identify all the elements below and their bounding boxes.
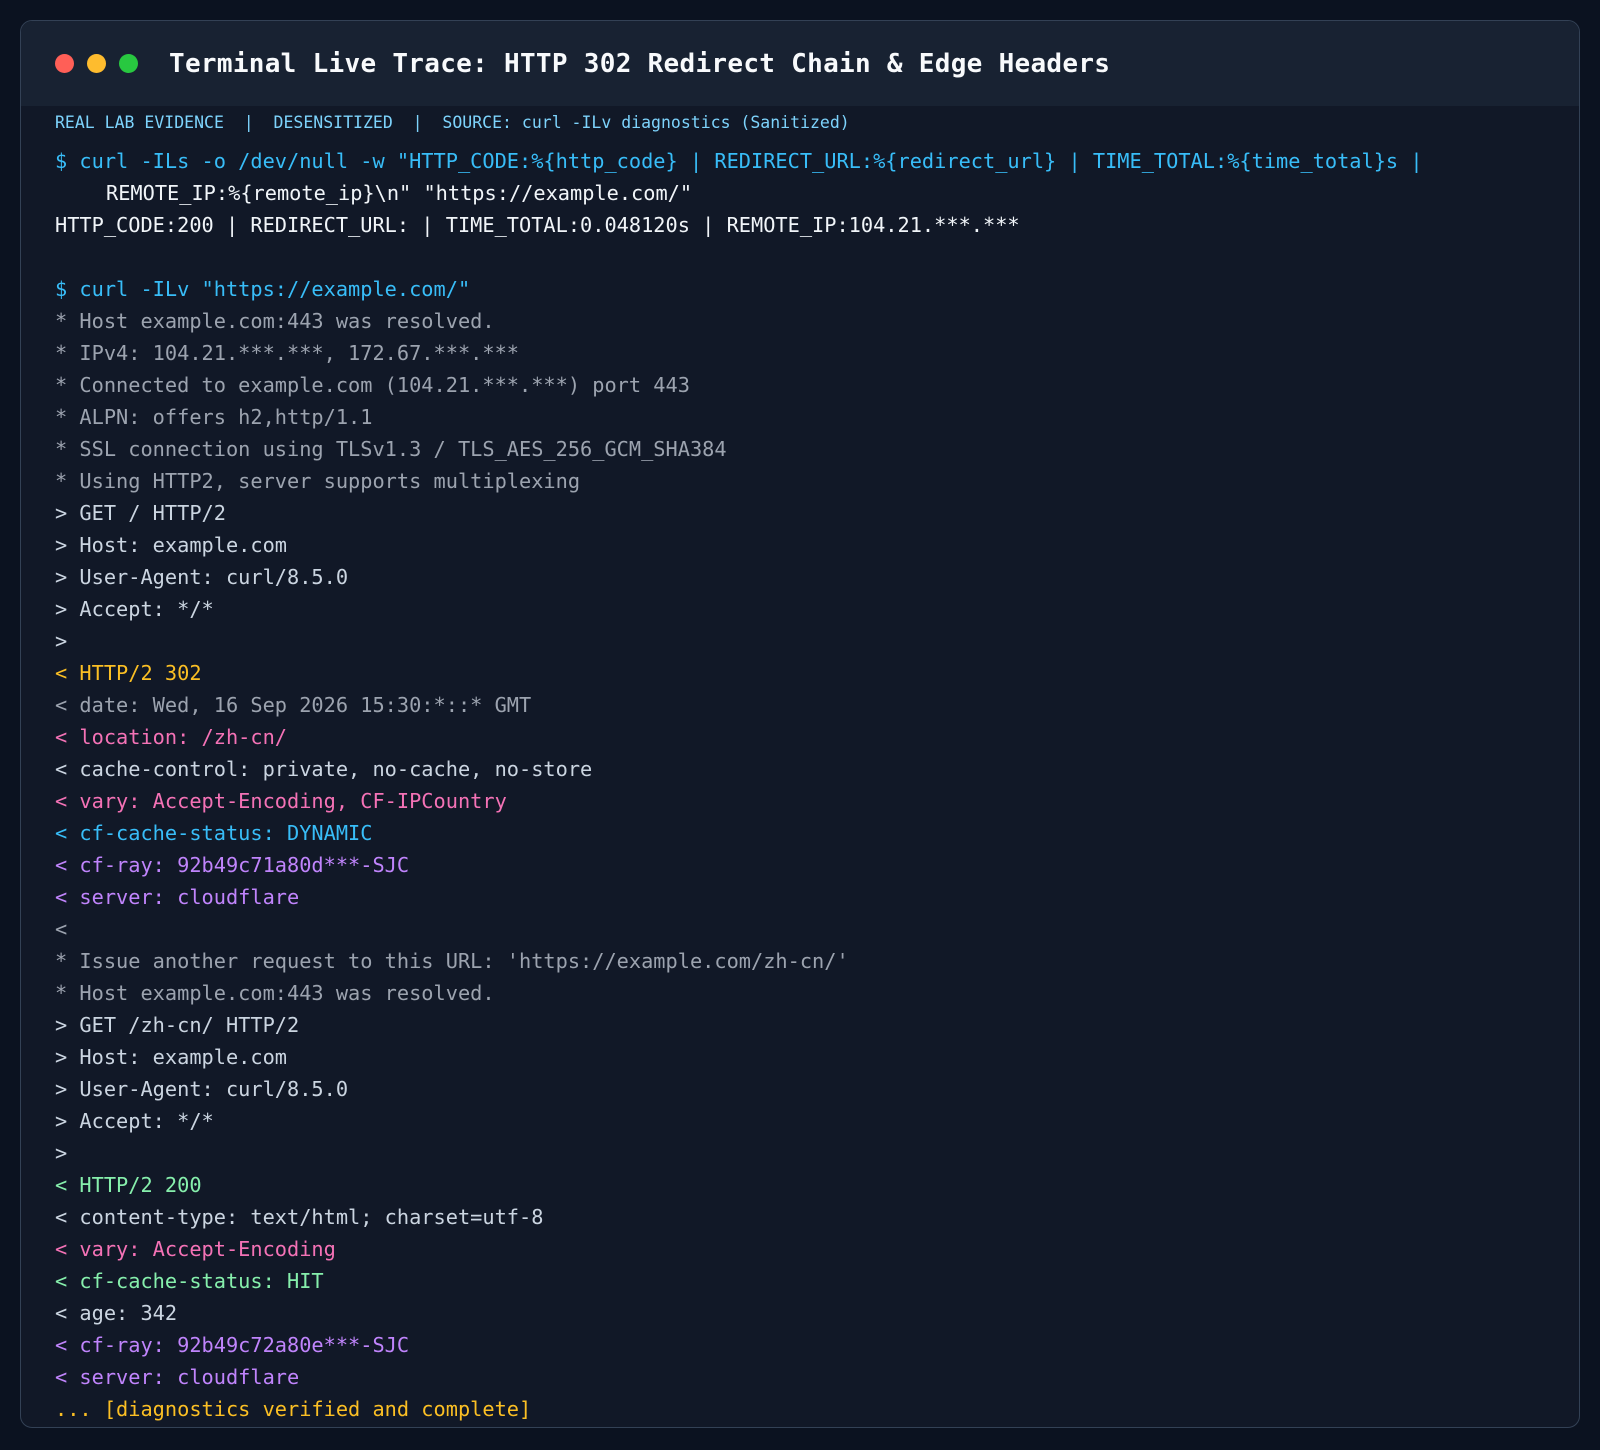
terminal-line: < vary: Accept-Encoding, CF-IPCountry [55, 789, 507, 813]
evidence-label: REAL LAB EVIDENCE | DESENSITIZED | SOURC… [55, 113, 850, 132]
terminal-line: * Issue another request to this URL: 'ht… [55, 949, 849, 973]
maximize-window-button[interactable] [119, 54, 138, 73]
terminal-line: * ALPN: offers h2,http/1.1 [55, 405, 373, 429]
terminal-line: * Host example.com:443 was resolved. [55, 981, 495, 1005]
terminal-line: * Using HTTP2, server supports multiplex… [55, 469, 581, 493]
title-bar: Terminal Live Trace: HTTP 302 Redirect C… [21, 21, 1579, 106]
terminal-line: > [55, 1141, 68, 1165]
terminal-line: * Connected to example.com (104.21.***.*… [55, 373, 690, 397]
terminal-line: > [55, 629, 68, 653]
terminal-line: < HTTP/2 302 [55, 661, 202, 685]
terminal-line: ... [diagnostics verified and complete] [55, 1397, 532, 1421]
terminal-line: < date: Wed, 16 Sep 2026 15:30:*::* GMT [55, 693, 532, 717]
terminal-line: * IPv4: 104.21.***.***, 172.67.***.*** [55, 341, 519, 365]
terminal-line: < cf-cache-status: DYNAMIC [55, 821, 373, 845]
terminal-line: < content-type: text/html; charset=utf-8 [55, 1205, 544, 1229]
terminal-line: > Accept: */* [55, 597, 214, 621]
terminal-line: < cache-control: private, no-cache, no-s… [55, 757, 593, 781]
terminal-line: * Host example.com:443 was resolved. [55, 309, 495, 333]
terminal-line: * SSL connection using TLSv1.3 / TLS_AES… [55, 437, 727, 461]
minimize-window-button[interactable] [87, 54, 106, 73]
terminal-line: < location: /zh-cn/ [55, 725, 287, 749]
terminal-line: > GET / HTTP/2 [55, 501, 226, 525]
terminal-line: > User-Agent: curl/8.5.0 [55, 1077, 349, 1101]
terminal-line: > GET /zh-cn/ HTTP/2 [55, 1013, 300, 1037]
terminal-line: < cf-cache-status: HIT [55, 1269, 324, 1293]
terminal-line: < vary: Accept-Encoding [55, 1237, 336, 1261]
terminal-line: > Accept: */* [55, 1109, 214, 1133]
terminal-line: < [55, 917, 68, 941]
terminal-window: Terminal Live Trace: HTTP 302 Redirect C… [20, 20, 1580, 1428]
terminal-output[interactable]: $ curl -ILs -o /dev/null -w "HTTP_CODE:%… [55, 145, 1559, 1425]
terminal-line: < HTTP/2 200 [55, 1173, 202, 1197]
terminal-line: $ curl -ILs -o /dev/null -w "HTTP_CODE:%… [55, 149, 1423, 173]
terminal-line: < server: cloudflare [55, 885, 300, 909]
close-window-button[interactable] [55, 54, 74, 73]
terminal-line: HTTP_CODE:200 | REDIRECT_URL: | TIME_TOT… [55, 213, 1020, 237]
terminal-line: < cf-ray: 92b49c71a80d***-SJC [55, 853, 410, 877]
terminal-line: > Host: example.com [55, 1045, 287, 1069]
terminal-line: > User-Agent: curl/8.5.0 [55, 565, 349, 589]
terminal-line: < age: 342 [55, 1301, 178, 1325]
terminal-line: > Host: example.com [55, 533, 287, 557]
terminal-line: REMOTE_IP:%{remote_ip}\n" "https://examp… [106, 181, 693, 205]
terminal-line: < server: cloudflare [55, 1365, 300, 1389]
terminal-line: < cf-ray: 92b49c72a80e***-SJC [55, 1333, 410, 1357]
terminal-line: $ curl -ILv "https://example.com/" [55, 277, 471, 301]
window-title: Terminal Live Trace: HTTP 302 Redirect C… [169, 48, 1111, 79]
